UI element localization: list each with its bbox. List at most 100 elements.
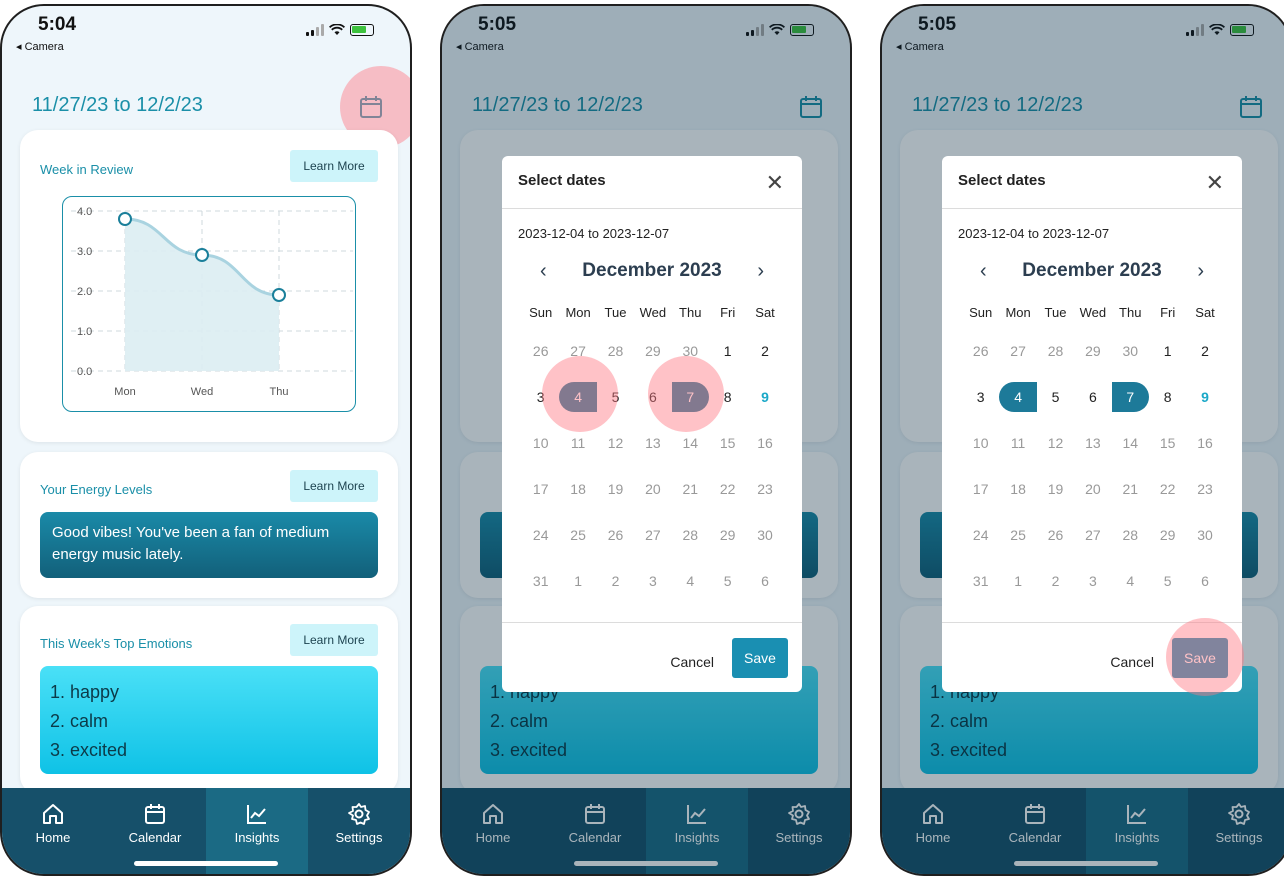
y-tick-label: 1.0 xyxy=(77,326,92,338)
calendar-day[interactable]: 26 xyxy=(597,520,634,550)
calendar-day[interactable]: 1 xyxy=(559,566,596,596)
calendar-day[interactable]: 16 xyxy=(746,428,783,458)
calendar-day[interactable]: 21 xyxy=(1112,474,1149,504)
calendar-day[interactable]: 26 xyxy=(1037,520,1074,550)
calendar-day[interactable]: 5 xyxy=(709,566,746,596)
weekday-label: Sat xyxy=(755,305,775,320)
weekday-label: Thu xyxy=(679,305,702,320)
calendar-day[interactable]: 13 xyxy=(634,428,671,458)
calendar-day[interactable]: 17 xyxy=(962,474,999,504)
calendar-day[interactable]: 27 xyxy=(1074,520,1111,550)
calendar-day[interactable]: 10 xyxy=(522,428,559,458)
calendar-day[interactable]: 14 xyxy=(1112,428,1149,458)
energy-message: Good vibes! You've been a fan of medium … xyxy=(40,512,378,578)
calendar-day[interactable]: 28 xyxy=(597,336,634,366)
calendar-day[interactable]: 30 xyxy=(1186,520,1223,550)
calendar-day[interactable]: 2 xyxy=(597,566,634,596)
back-to-camera-link[interactable]: ◂ Camera xyxy=(16,40,64,53)
x-tick-label: Wed xyxy=(191,386,213,398)
calendar-day[interactable]: 27 xyxy=(634,520,671,550)
calendar-day[interactable]: 25 xyxy=(559,520,596,550)
calendar-day[interactable]: 26 xyxy=(522,336,559,366)
tab-settings[interactable]: Settings xyxy=(308,788,410,874)
calendar-day[interactable]: 2 xyxy=(1037,566,1074,596)
calendar-day[interactable]: 17 xyxy=(522,474,559,504)
calendar-day[interactable]: 14 xyxy=(672,428,709,458)
calendar-day[interactable]: 24 xyxy=(522,520,559,550)
calendar-day[interactable]: 5 xyxy=(1037,382,1074,412)
calendar-day[interactable]: 25 xyxy=(999,520,1036,550)
calendar-day[interactable]: 23 xyxy=(1186,474,1223,504)
calendar-day[interactable]: 27 xyxy=(999,336,1036,366)
calendar-day[interactable]: 28 xyxy=(1037,336,1074,366)
calendar-day[interactable]: 28 xyxy=(672,520,709,550)
calendar-day[interactable]: 10 xyxy=(962,428,999,458)
calendar-day[interactable]: 2 xyxy=(1186,336,1223,366)
calendar-day[interactable]: 20 xyxy=(634,474,671,504)
cancel-button[interactable]: Cancel xyxy=(670,654,714,670)
calendar-day[interactable]: 26 xyxy=(962,336,999,366)
calendar-day[interactable]: 19 xyxy=(597,474,634,504)
calendar-day[interactable]: 5 xyxy=(1149,566,1186,596)
calendar-day[interactable]: 22 xyxy=(709,474,746,504)
calendar-day[interactable]: 12 xyxy=(597,428,634,458)
calendar-day[interactable]: 18 xyxy=(999,474,1036,504)
calendar-day[interactable]: 11 xyxy=(999,428,1036,458)
calendar-day[interactable]: 29 xyxy=(1074,336,1111,366)
gear-icon xyxy=(348,803,370,825)
calendar-day[interactable]: 9 xyxy=(746,382,783,412)
calendar-day[interactable]: 28 xyxy=(1112,520,1149,550)
calendar-day[interactable]: 1 xyxy=(709,336,746,366)
calendar-day[interactable]: 13 xyxy=(1074,428,1111,458)
calendar-day[interactable]: 24 xyxy=(962,520,999,550)
calendar-day[interactable]: 12 xyxy=(1037,428,1074,458)
learn-more-button[interactable]: Learn More xyxy=(290,470,378,502)
calendar-day[interactable]: 15 xyxy=(709,428,746,458)
calendar-day[interactable]: 15 xyxy=(1149,428,1186,458)
calendar-day[interactable]: 4 xyxy=(672,566,709,596)
calendar-day[interactable]: 3 xyxy=(1074,566,1111,596)
calendar-day[interactable]: 30 xyxy=(746,520,783,550)
calendar-day[interactable]: 4 xyxy=(999,382,1037,412)
calendar-day[interactable]: 31 xyxy=(522,566,559,596)
calendar-day[interactable]: 4 xyxy=(1112,566,1149,596)
calendar-day[interactable]: 31 xyxy=(962,566,999,596)
calendar-day[interactable]: 29 xyxy=(709,520,746,550)
calendar-day[interactable]: 3 xyxy=(962,382,999,412)
calendar-day[interactable]: 7 xyxy=(1111,382,1149,412)
calendar-day[interactable]: 8 xyxy=(1149,382,1186,412)
next-month-button[interactable]: › xyxy=(1197,260,1204,283)
calendar-day[interactable]: 9 xyxy=(1186,382,1223,412)
learn-more-button[interactable]: Learn More xyxy=(290,150,378,182)
calendar-day[interactable]: 20 xyxy=(1074,474,1111,504)
calendar-day[interactable]: 6 xyxy=(746,566,783,596)
divider xyxy=(502,622,802,623)
calendar-day[interactable]: 21 xyxy=(672,474,709,504)
calendar-day[interactable]: 22 xyxy=(1149,474,1186,504)
calendar-day[interactable]: 3 xyxy=(634,566,671,596)
calendar-day[interactable]: 6 xyxy=(1074,382,1111,412)
data-point xyxy=(195,248,209,262)
calendar-day[interactable]: 1 xyxy=(999,566,1036,596)
next-month-button[interactable]: › xyxy=(757,260,764,283)
calendar-day[interactable]: 18 xyxy=(559,474,596,504)
close-icon[interactable]: ✕ xyxy=(1206,170,1224,196)
close-icon[interactable]: ✕ xyxy=(766,170,784,196)
status-icons xyxy=(306,24,374,36)
calendar-day[interactable]: 1 xyxy=(1149,336,1186,366)
learn-more-button[interactable]: Learn More xyxy=(290,624,378,656)
cancel-button[interactable]: Cancel xyxy=(1110,654,1154,670)
calendar-day[interactable]: 29 xyxy=(1149,520,1186,550)
calendar-day[interactable]: 2 xyxy=(746,336,783,366)
week-chart: 4.0 3.0 2.0 1.0 0.0 Mon Wed Thu xyxy=(62,196,356,412)
calendar-day[interactable]: 16 xyxy=(1186,428,1223,458)
save-button[interactable]: Save xyxy=(732,638,788,678)
tap-indicator xyxy=(542,356,618,432)
weekday-label: Mon xyxy=(565,305,591,320)
calendar-day[interactable]: 23 xyxy=(746,474,783,504)
calendar-day[interactable]: 11 xyxy=(559,428,596,458)
tab-home[interactable]: Home xyxy=(2,788,104,874)
calendar-day[interactable]: 6 xyxy=(1186,566,1223,596)
calendar-day[interactable]: 19 xyxy=(1037,474,1074,504)
calendar-day[interactable]: 30 xyxy=(1112,336,1149,366)
